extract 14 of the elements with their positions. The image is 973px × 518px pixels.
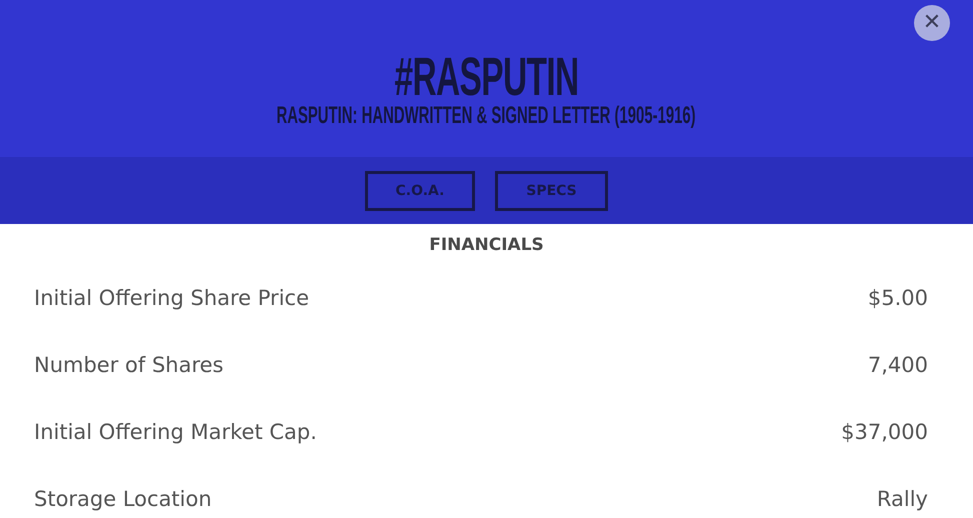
subtitle: RASPUTIN: HANDWRITTEN & SIGNED LETTER (1905-1916) [276, 104, 696, 128]
row-value: Rally [876, 486, 928, 510]
row-label: Initial Offering Market Cap. [34, 420, 317, 444]
tab-button[interactable]: SPECS [495, 170, 608, 210]
row-label: Storage Location [34, 486, 212, 510]
section-heading: FINANCIALS [428, 234, 545, 255]
row-value: $5.00 [868, 286, 928, 310]
close-button[interactable]: ✕ [914, 5, 950, 41]
row-label: Initial Offering Share Price [34, 286, 309, 310]
row-label: Number of Shares [34, 352, 224, 376]
tab-button[interactable]: C.O.A. [365, 170, 475, 210]
title: #RASPUTIN [394, 50, 579, 104]
row-value: $37,000 [841, 420, 928, 444]
row-value: 7,400 [868, 352, 928, 376]
